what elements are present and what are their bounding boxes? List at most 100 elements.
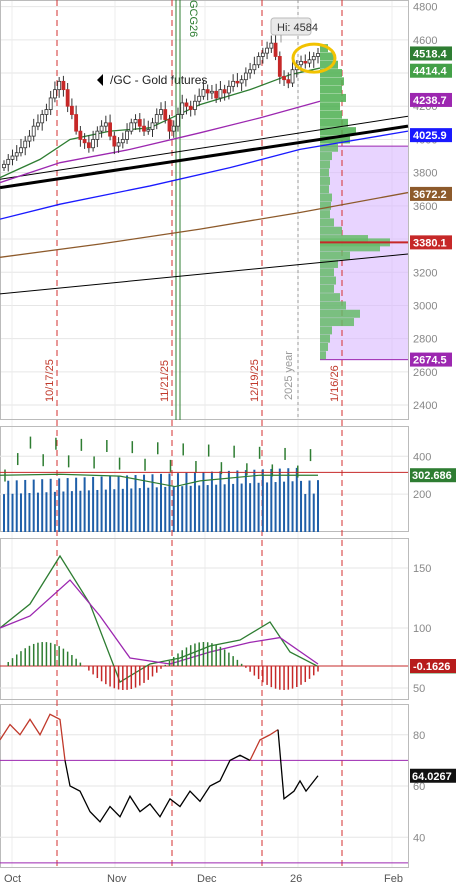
price-tick-label: 3000	[413, 300, 437, 312]
volume-profile-bar	[320, 226, 342, 235]
candle-body	[197, 95, 202, 102]
volume-profile-bar	[320, 160, 330, 169]
candle-body	[142, 125, 146, 132]
volume-profile-bar	[320, 52, 334, 61]
price-tick-label: 4800	[413, 2, 437, 14]
price-tag-label: 3672.2	[413, 189, 447, 201]
year-label: 2025 year	[283, 351, 295, 400]
candle-body	[61, 80, 66, 91]
osc-line	[64, 754, 251, 823]
candle-body	[78, 130, 83, 140]
candle-body	[99, 125, 104, 132]
candle-body	[6, 158, 11, 165]
volume-profile-bar	[320, 351, 326, 360]
hi-label: Hi: 4584	[277, 22, 318, 34]
expiry-label: 10/17/25	[44, 359, 56, 402]
price-tick-label: 3600	[413, 201, 437, 213]
price-tick-label: 3200	[413, 267, 437, 279]
candle-body	[108, 122, 112, 137]
price-tick-label: 4600	[413, 35, 437, 47]
volume-tag-label: 302.686	[412, 470, 452, 482]
expiry-label: 12/19/25	[249, 359, 261, 402]
candle-body	[19, 147, 23, 154]
candle-body	[163, 109, 168, 120]
candle-body	[265, 47, 269, 54]
volume-profile-bar	[320, 152, 332, 161]
price-tick-label: 2800	[413, 334, 437, 346]
volume-tick-label: 400	[413, 451, 431, 463]
osc-line-high2	[249, 729, 279, 761]
x-tick-label: Dec	[197, 873, 217, 885]
candle-body	[248, 69, 253, 74]
osc-tick-label: 40	[413, 832, 425, 844]
candle-body	[69, 105, 74, 115]
candle-body	[10, 155, 15, 160]
candle-body	[193, 100, 197, 110]
candle-body	[103, 122, 108, 127]
price-tag-label: 4518.4	[413, 48, 448, 60]
volume-profile-bar	[320, 301, 346, 310]
x-tick-label: 26	[290, 873, 302, 885]
candle-body	[205, 89, 210, 94]
volume-profile-bar	[320, 176, 330, 185]
candle-body	[112, 135, 117, 147]
candle-body	[201, 89, 206, 97]
candle-body	[222, 89, 227, 94]
candle-body	[299, 61, 303, 66]
candle-body	[31, 125, 36, 137]
candle-body	[269, 42, 274, 49]
candle-body	[260, 52, 265, 57]
candle-body	[214, 90, 219, 99]
candle-body	[176, 114, 180, 127]
chart-root: /GC - Gold futures 2025 year GCG26 2400 2…	[0, 0, 461, 890]
candle-body	[256, 56, 261, 66]
macd-hist-tag-label: -0.1626	[413, 661, 450, 673]
osc-tick-label: 60	[413, 781, 425, 793]
osc-tag-label: 64.0267	[412, 771, 452, 783]
candle-body	[36, 122, 40, 127]
price-tag-label: 3380.1	[413, 237, 447, 249]
candle-body	[303, 61, 308, 64]
volume-profile-bar	[320, 318, 354, 327]
candle-body	[86, 142, 91, 149]
volume-profile-bar	[320, 326, 332, 335]
candle-body	[290, 69, 295, 84]
macd-line	[0, 554, 319, 683]
volume-profile-bar	[320, 284, 334, 293]
volume-profile-bar	[320, 268, 334, 277]
candle-body	[120, 139, 125, 144]
candle-body	[133, 119, 138, 124]
candle-body	[218, 89, 223, 99]
price-tag-label: 2674.5	[413, 355, 447, 367]
candle-body	[210, 90, 214, 94]
contract-label: GCG26	[187, 0, 199, 37]
candle-body	[226, 85, 231, 94]
candle-body	[159, 109, 163, 115]
volume-avg-line	[0, 473, 318, 488]
candle-body	[14, 152, 19, 157]
volume-profile-bar	[320, 218, 334, 227]
candle-body	[53, 89, 57, 99]
candle-body	[129, 122, 134, 132]
candle-body	[277, 56, 282, 77]
expiry-label: 1/16/26	[329, 365, 341, 402]
macd-tick-label: 150	[413, 563, 431, 575]
volume-profile-bar	[320, 193, 332, 202]
volume-profile-bar	[320, 210, 330, 219]
x-tick-label: Nov	[107, 873, 127, 885]
candle-body	[180, 102, 185, 115]
candle-body	[311, 56, 316, 61]
candle-body	[91, 139, 96, 149]
candle-body	[27, 135, 32, 142]
volume-profile-bar	[320, 243, 380, 252]
candle-body	[95, 130, 100, 140]
price-tick-label: 2600	[413, 367, 437, 379]
volume-profile-bar	[320, 85, 342, 94]
candle-body	[286, 79, 291, 84]
volume-profile-bar	[320, 77, 344, 86]
macd-tick-label: 100	[413, 623, 431, 635]
volume-profile-bar	[320, 293, 340, 302]
candle-body	[137, 119, 142, 127]
volume-tick-label: 200	[413, 489, 431, 501]
macd-tick-label: 50	[413, 683, 425, 695]
